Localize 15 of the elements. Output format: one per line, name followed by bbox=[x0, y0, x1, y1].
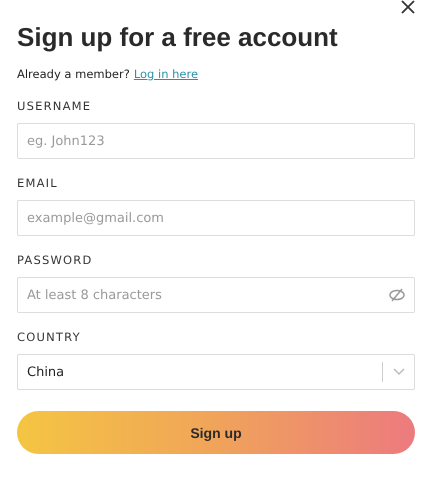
input-field[interactable]: eg. John123 bbox=[17, 123, 415, 159]
chevron-down-icon[interactable] bbox=[393, 368, 405, 376]
country-select[interactable]: China bbox=[17, 354, 415, 390]
eye-slash-icon[interactable] bbox=[389, 288, 405, 302]
field-label: PASSWORD bbox=[17, 253, 94, 267]
field-label: COUNTRY bbox=[17, 330, 82, 344]
member-prompt: Already a member? bbox=[17, 67, 130, 81]
input-field[interactable]: example@gmail.com bbox=[17, 200, 415, 236]
password-field[interactable]: At least 8 characters bbox=[17, 277, 415, 313]
form-title: Sign up for a free account bbox=[17, 22, 339, 52]
sign-up-button[interactable]: Sign up bbox=[17, 411, 415, 454]
field-label: EMAIL bbox=[17, 176, 59, 190]
login-link[interactable]: Log in here bbox=[134, 67, 198, 81]
close-icon[interactable] bbox=[401, 0, 415, 14]
field-label: USERNAME bbox=[17, 99, 92, 113]
